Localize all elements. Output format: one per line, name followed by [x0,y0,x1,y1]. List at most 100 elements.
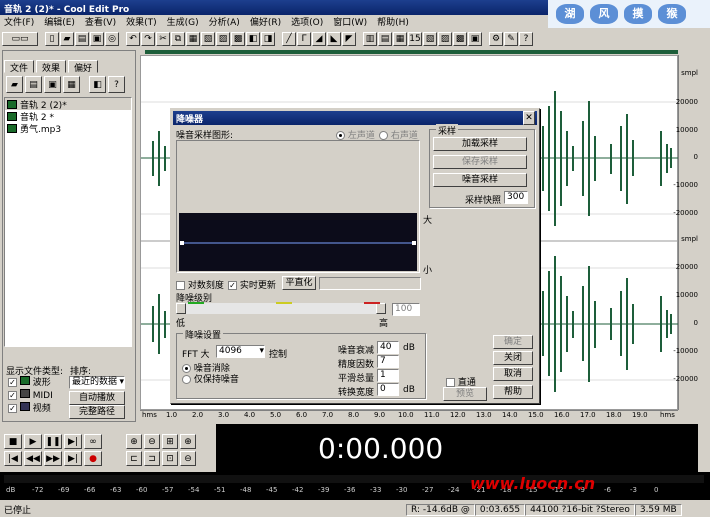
fade-icon[interactable]: Γ [297,32,311,46]
multitrack-toggle-icon[interactable]: ▭▭ [2,32,38,46]
paste-icon[interactable]: ▦ [186,32,200,46]
import-icon[interactable]: ▤ [25,76,42,93]
list-item[interactable]: 勇气.mp3 [5,122,131,135]
redo-icon[interactable]: ↷ [141,32,155,46]
midi-checkbox[interactable]: ✓ [8,391,17,400]
transition-input[interactable]: 0 [377,383,399,396]
get-noise-profile-button[interactable]: 噪音采样 [433,173,527,187]
attenuation-input[interactable]: 40 [377,341,399,354]
fft-size-select[interactable]: 4096 ▾ [216,345,265,358]
zoom-out-icon[interactable]: ⊖ [144,434,160,449]
snapshots-input[interactable]: 300 [504,191,528,204]
curve-handle-right[interactable] [412,241,416,245]
preview-button[interactable]: 预览 [443,387,487,401]
zoom-full-icon[interactable]: ⊞ [162,434,178,449]
live-update-checkbox[interactable]: ✓ 实时更新 [228,278,276,291]
save-profile-button[interactable]: 保存采样 [433,155,527,169]
envelope-icon[interactable]: ╱ [282,32,296,46]
markers-icon[interactable]: ▨ [438,32,452,46]
fast-forward-icon[interactable]: ▶▶ [44,451,62,466]
reduction-level-input[interactable]: 100 [392,303,420,316]
go-to-start-icon[interactable]: |◀ [4,451,22,466]
rewind-icon[interactable]: ◀◀ [24,451,42,466]
snap-icon[interactable]: ▧ [423,32,437,46]
spectral-view-icon[interactable]: ▥ [363,32,377,46]
paste-new-icon[interactable]: ▧ [201,32,215,46]
wave-checkbox[interactable]: ✓ [8,378,17,387]
loop-icon[interactable]: ∞ [84,434,102,449]
meter-icon[interactable]: ▦ [393,32,407,46]
slider-left-arrow[interactable] [176,303,186,314]
go-to-end-icon[interactable]: ▶| [64,451,82,466]
open-append-icon[interactable]: ▤ [75,32,89,46]
menu-file[interactable]: 文件(F) [4,15,34,28]
cd-icon[interactable]: ◎ [105,32,119,46]
edit-file-icon[interactable]: ▦ [63,76,80,93]
tab-effects[interactable]: 效果 [36,60,67,74]
slider-right-arrow[interactable] [376,303,386,314]
menu-generate[interactable]: 生成(G) [167,15,199,28]
timecode-icon[interactable]: 15 [408,32,422,46]
list-item[interactable]: 音轨 2 * [5,110,131,123]
flatten-button[interactable]: 平直化 [282,276,316,290]
pause-icon[interactable]: ❚❚ [44,434,62,449]
record-icon[interactable]: ● [84,451,102,466]
delete-silence-icon[interactable]: ◧ [246,32,260,46]
zoom-vertical-out-icon[interactable]: ⊖ [180,451,196,466]
tab-files[interactable]: 文件 [4,60,35,74]
menu-window[interactable]: 窗口(W) [333,15,367,28]
reduction-level-slider[interactable] [176,302,386,316]
menu-analyze[interactable]: 分析(A) [209,15,240,28]
close-file-icon[interactable]: ▣ [44,76,61,93]
normalize-icon[interactable]: ◣ [327,32,341,46]
menu-effects[interactable]: 效果(T) [126,15,157,28]
trim-icon[interactable]: ▩ [231,32,245,46]
copy-icon[interactable]: ⧉ [171,32,185,46]
menu-view[interactable]: 查看(V) [85,15,116,28]
ok-button[interactable]: 确定 [493,335,533,349]
settings-icon[interactable]: ⚙ [489,32,503,46]
cancel-button[interactable]: 取消 [493,367,533,381]
sort-select[interactable]: 最近的数据 ▾ [69,376,125,389]
keep-noise-radio[interactable]: 仅保持噪音 [182,372,239,385]
playlist-icon[interactable]: ▣ [468,32,482,46]
zoom-vertical-in-icon[interactable]: ⊕ [180,434,196,449]
save-icon[interactable]: ▣ [90,32,104,46]
help-button[interactable]: 帮助 [493,385,533,399]
menu-edit[interactable]: 编辑(E) [44,15,75,28]
scripts-icon[interactable]: ✎ [504,32,518,46]
mix-paste-icon[interactable]: ▨ [216,32,230,46]
zoom-selection-icon[interactable]: ⊡ [162,451,178,466]
video-checkbox[interactable]: ✓ [8,404,17,413]
close-button[interactable]: 关闭 [493,351,533,365]
load-profile-button[interactable]: 加载采样 [433,137,527,151]
list-item[interactable]: 音轨 2 (2)* [5,98,131,111]
stretch-icon[interactable]: ◤ [342,32,356,46]
organizer-help-icon[interactable]: ? [108,76,125,93]
open-folder-icon[interactable]: ▰ [60,32,74,46]
undo-icon[interactable]: ↶ [126,32,140,46]
smoothing-input[interactable]: 1 [377,369,399,382]
insert-icon[interactable]: ◧ [89,76,106,93]
menu-help[interactable]: 帮助(H) [377,15,409,28]
full-path-button[interactable]: 完整路径 [69,405,125,419]
tab-favorites[interactable]: 偏好 [68,60,99,74]
zoom-right-icon[interactable]: ⊐ [144,451,160,466]
frequency-icon[interactable]: ◨ [261,32,275,46]
help-icon[interactable]: ? [519,32,533,46]
reduction-curve[interactable] [179,213,417,271]
zoom-left-icon[interactable]: ⊏ [126,451,142,466]
menu-options[interactable]: 选项(O) [291,15,323,28]
cue-list-icon[interactable]: ▩ [453,32,467,46]
open-file-icon[interactable]: ▰ [6,76,23,93]
slider-track[interactable] [186,303,376,314]
stop-icon[interactable]: ■ [4,434,22,449]
play-to-end-icon[interactable]: ▶| [64,434,82,449]
close-icon[interactable]: ✕ [523,111,535,125]
menu-preferences[interactable]: 偏好(R) [250,15,281,28]
cut-icon[interactable]: ✂ [156,32,170,46]
waveform-view-icon[interactable]: ▤ [378,32,392,46]
zoom-in-icon[interactable]: ⊕ [126,434,142,449]
amplify-icon[interactable]: ◢ [312,32,326,46]
new-file-icon[interactable]: ▯ [45,32,59,46]
